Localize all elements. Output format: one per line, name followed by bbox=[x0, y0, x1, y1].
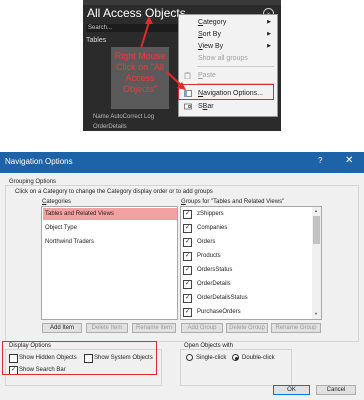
highlight-box bbox=[2, 341, 157, 375]
group-label: OrderDetails bbox=[197, 281, 231, 287]
group-label: zShippers bbox=[197, 211, 224, 217]
button-label: Add Group bbox=[187, 325, 217, 331]
radio-label: Double-click bbox=[242, 355, 275, 361]
category-tables-and-related-views[interactable]: Tables and Related Views bbox=[43, 208, 177, 220]
add-item-button[interactable]: Add Item bbox=[42, 323, 82, 333]
delete-group-button[interactable]: Delete Group bbox=[226, 323, 268, 333]
group-label: PurchaseOrders bbox=[197, 309, 241, 315]
radio-button[interactable] bbox=[232, 354, 239, 361]
group-label: Companies bbox=[197, 225, 228, 231]
single-click-radio[interactable]: Single-click bbox=[186, 353, 230, 363]
groups-label: Groups for "Tables and Related Views" bbox=[181, 199, 285, 205]
instructions-text: Click on a Category to change the Catego… bbox=[15, 189, 213, 195]
radio-label: Single-click bbox=[196, 355, 227, 361]
radio-button[interactable] bbox=[186, 354, 193, 361]
button-label: Delete Group bbox=[229, 325, 265, 331]
delete-item-button[interactable]: Delete Item bbox=[86, 323, 128, 333]
category-northwind-traders[interactable]: Northwind Traders bbox=[43, 236, 177, 248]
checkbox[interactable]: ✓ bbox=[183, 252, 192, 261]
button-label: Rename Group bbox=[275, 325, 317, 331]
add-group-button[interactable]: Add Group bbox=[181, 323, 223, 333]
cancel-button[interactable]: Cancel bbox=[316, 385, 356, 395]
double-click-radio[interactable]: Double-click bbox=[232, 353, 282, 363]
help-icon[interactable]: ? bbox=[318, 156, 322, 165]
checkbox[interactable]: ✓ bbox=[183, 266, 192, 275]
checkbox[interactable]: ✓ bbox=[183, 210, 192, 219]
annotation-arrows bbox=[140, 16, 186, 90]
checkbox[interactable]: ✓ bbox=[183, 308, 192, 317]
close-icon[interactable]: ✕ bbox=[345, 155, 353, 166]
checkbox[interactable]: ✓ bbox=[183, 280, 192, 289]
rename-group-button[interactable]: Rename Group bbox=[271, 323, 321, 333]
rename-item-button[interactable]: Rename Item bbox=[132, 323, 176, 333]
ok-button[interactable]: OK bbox=[273, 385, 310, 395]
group-label: OrdersStatus bbox=[197, 267, 233, 273]
categories-list[interactable]: Tables and Related Views Object Type Nor… bbox=[41, 206, 178, 320]
grouping-options-label: Grouping Options bbox=[8, 179, 58, 185]
categories-label: Categories bbox=[42, 199, 72, 205]
groups-list[interactable]: ✓ zShippers ✓ Companies ✓ Orders ✓ Products … bbox=[180, 206, 322, 320]
scroll-thumb[interactable] bbox=[313, 216, 320, 244]
navigation-options-dialog: Navigation Options ? ✕ Grouping Options … bbox=[0, 152, 364, 400]
scroll-down-icon[interactable]: ▼ bbox=[312, 311, 320, 316]
dialog-title: Navigation Options bbox=[5, 157, 73, 166]
scroll-up-icon[interactable]: ▲ bbox=[312, 208, 320, 213]
group-label: Orders bbox=[197, 239, 216, 245]
checkbox[interactable]: ✓ bbox=[183, 238, 192, 247]
open-objects-label: Open Objects with bbox=[183, 343, 235, 349]
button-label: Rename Item bbox=[135, 325, 172, 331]
group-label: OrderDetailsStatus bbox=[197, 295, 248, 301]
button-label: Cancel bbox=[326, 387, 346, 393]
checkbox[interactable]: ✓ bbox=[183, 224, 192, 233]
button-label: Add Item bbox=[49, 325, 74, 331]
group-label: Products bbox=[197, 253, 221, 259]
title-bar[interactable]: Navigation Options ? ✕ bbox=[0, 152, 364, 173]
navigation-pane-screenshot: All Access Objects ⌄ Search... Tables Na… bbox=[83, 0, 281, 131]
button-label: Delete Item bbox=[91, 325, 123, 331]
checkbox[interactable]: ✓ bbox=[183, 294, 192, 303]
category-object-type[interactable]: Object Type bbox=[43, 222, 177, 234]
button-label: OK bbox=[287, 387, 296, 393]
scrollbar[interactable]: ▲ ▼ bbox=[312, 207, 321, 319]
